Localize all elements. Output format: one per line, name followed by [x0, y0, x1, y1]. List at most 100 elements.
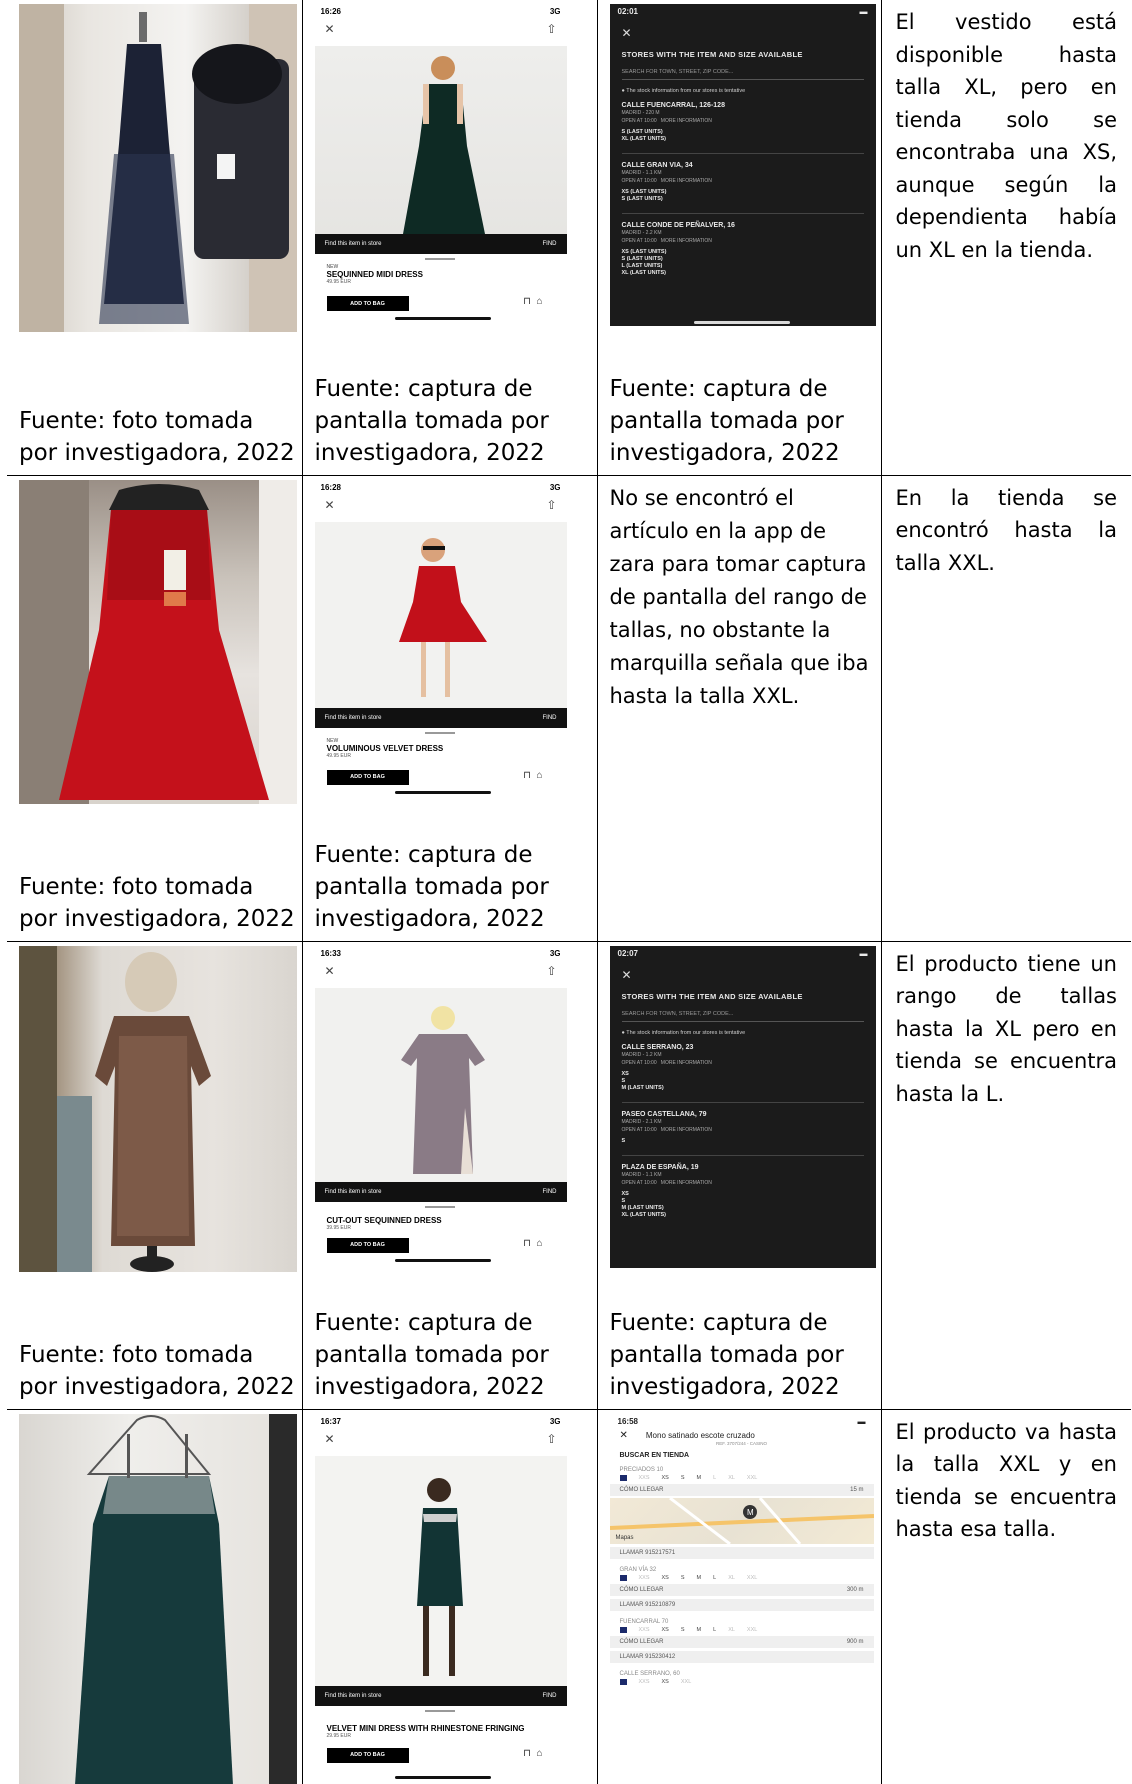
size-row: XXS XS S M L XL XXL: [610, 1625, 874, 1633]
product-name: CUT-OUT SEQUINNED DRESS: [326, 1215, 442, 1225]
close-icon[interactable]: ✕: [610, 964, 876, 986]
stock-screenshot-cell: 02:01 ▬ ✕ STORES WITH THE ITEM AND SIZE A…: [596, 0, 882, 476]
status-bar: 16:26 3G: [315, 4, 567, 22]
find-button[interactable]: FIND: [543, 241, 557, 247]
store-stock-icon[interactable]: ⌂: [536, 1748, 542, 1759]
size-availability: M (LAST UNITS): [621, 1084, 664, 1091]
close-icon[interactable]: ✕: [325, 22, 335, 46]
store-stock-icon[interactable]: ⌂: [536, 770, 542, 781]
bookmark-icon[interactable]: ⊓: [523, 770, 531, 781]
product-info: VELVET MINI DRESS WITH RHINESTONE FRINGI…: [327, 1724, 525, 1739]
share-icon[interactable]: ⇧: [546, 498, 556, 522]
search-store-title: BUSCAR EN TIENDA: [619, 1451, 690, 1459]
size-availability: S: [621, 1137, 626, 1144]
size-availability: S (LAST UNITS): [621, 196, 663, 202]
directions-row[interactable]: CÓMO LLEGAR 900 m: [609, 1635, 874, 1648]
size-availability: XS (LAST UNITS): [621, 189, 667, 195]
close-icon[interactable]: ✕: [325, 498, 335, 522]
store-name: CALLE CONDE DE PEÑALVER, 16: [621, 222, 735, 229]
stock-info-text: The stock information from our stores is…: [626, 88, 746, 94]
size-availability: XL (LAST UNITS): [621, 1211, 667, 1218]
find-button[interactable]: FIND: [543, 1693, 557, 1699]
share-icon[interactable]: ⇧: [546, 1432, 556, 1456]
bookmark-icon[interactable]: ⊓: [523, 1748, 531, 1759]
store-name: CALLE GRAN VIA, 34: [621, 162, 693, 169]
find-in-store-bar[interactable]: Find this item in store FIND: [314, 1685, 567, 1706]
signal-indicator: 3G: [549, 1416, 561, 1426]
bookmark-icon[interactable]: ⊓: [523, 1238, 531, 1249]
store-name: CALLE SERRANO, 60: [619, 1670, 680, 1677]
find-in-store-bar[interactable]: Find this item in store FIND: [314, 707, 567, 728]
find-button[interactable]: FIND: [543, 1189, 557, 1195]
directions-row[interactable]: CÓMO LLEGAR 300 m: [609, 1583, 874, 1596]
find-in-store-label: Find this item in store: [324, 1188, 382, 1195]
store-distance: MADRID - 1.1 KM: [621, 1171, 662, 1178]
find-in-store-label: Find this item in store: [324, 1692, 382, 1699]
store-entry[interactable]: CALLE CONDE DE PEÑALVER, 16 MADRID - 2.2…: [610, 214, 876, 277]
store-name: CALLE SERRANO, 23: [621, 1043, 694, 1051]
call-row[interactable]: LLAMAR 915217571: [609, 1546, 874, 1559]
table-row: Fuente: foto tomada por investigadora, 2…: [7, 0, 1131, 476]
status-time: 16:33: [320, 948, 341, 958]
call-row[interactable]: LLAMAR 915210879: [609, 1598, 874, 1611]
observation-cell: El vestido está disponible hasta talla X…: [880, 0, 1131, 476]
share-icon[interactable]: ⇧: [546, 964, 556, 988]
find-in-store-bar[interactable]: Find this item in store FIND: [314, 1181, 567, 1202]
product-name: SEQUINNED MIDI DRESS: [326, 270, 423, 279]
store-stock-icon[interactable]: ⌂: [536, 296, 542, 307]
close-icon[interactable]: ✕: [620, 1430, 628, 1441]
close-icon[interactable]: ✕: [325, 1432, 335, 1456]
store-entry[interactable]: CALLE SERRANO, 23 MADRID - 1.2 KM OPEN A…: [610, 1036, 876, 1092]
find-in-store-bar[interactable]: Find this item in store FIND: [314, 234, 567, 254]
stock-screenshot-cell: 02:07 ▬ ✕ STORES WITH THE ITEM AND SIZE A…: [596, 940, 882, 1410]
observation-cell: El producto va hasta la talla XXL y en t…: [880, 1408, 1131, 1784]
more-info-link[interactable]: MORE INFORMATION: [661, 238, 712, 244]
app-screenshot-cell: 16:33 3G ✕ ⇧ Find this item in store FIND …: [301, 940, 598, 1410]
add-to-bag-button[interactable]: ADD TO BAG: [326, 1237, 409, 1253]
close-icon[interactable]: ✕: [610, 22, 876, 44]
call-row[interactable]: LLAMAR 915230412: [609, 1650, 874, 1663]
source-caption: Fuente: captura de pantalla tomada por i…: [314, 841, 549, 932]
directions-row[interactable]: CÓMO LLEGAR 15 m: [609, 1483, 874, 1496]
signal-indicator: 3G: [549, 482, 561, 492]
status-time: 16:26: [320, 7, 341, 16]
add-to-bag-button[interactable]: ADD TO BAG: [326, 1747, 409, 1763]
store-entry[interactable]: PASEO CASTELLANA, 79 MADRID - 2.1 KM OPE…: [610, 1103, 876, 1145]
product-image: [314, 521, 567, 708]
store-color-icon: [619, 1626, 627, 1633]
info-icon: ●: [621, 1029, 625, 1036]
more-info-link[interactable]: MORE INFORMATION: [661, 118, 712, 124]
store-distance: MADRID - 1.2 KM: [621, 1051, 662, 1058]
size-availability: XS (LAST UNITS): [621, 249, 667, 255]
add-to-bag-button[interactable]: ADD TO BAG: [326, 769, 409, 785]
more-info-link[interactable]: MORE INFORMATION: [661, 1180, 712, 1186]
store-entry[interactable]: CALLE GRAN VIA, 34 MADRID - 1.1 KM OPEN …: [610, 154, 876, 203]
research-table: Fuente: foto tomada por investigadora, 2…: [7, 0, 1131, 1784]
store-name: FUENCARRAL 70: [619, 1618, 669, 1625]
store-map[interactable]: M Mapas: [609, 1496, 874, 1545]
more-info-link[interactable]: MORE INFORMATION: [661, 178, 712, 184]
find-button[interactable]: FIND: [543, 715, 557, 721]
add-to-bag-button[interactable]: ADD TO BAG: [326, 296, 409, 311]
observation-cell: No se encontró el artículo en la app de …: [596, 474, 882, 942]
store-search-input[interactable]: SEARCH FOR TOWN, STREET, ZIP CODE...: [621, 1011, 864, 1022]
bookmark-icon[interactable]: ⊓: [523, 296, 531, 307]
store-color-icon: [619, 1678, 627, 1685]
battery-icon: ▬: [859, 7, 868, 16]
store-entry[interactable]: CALLE FUENCARRAL, 126-128 MADRID - 220 M…: [610, 94, 876, 143]
size-availability: XL (LAST UNITS): [621, 270, 667, 276]
store-entry[interactable]: PLAZA DE ESPAÑA, 19 MADRID - 1.1 KM OPEN…: [610, 1156, 876, 1219]
store-stock-icon[interactable]: ⌂: [536, 1238, 542, 1249]
observation-text: El vestido está disponible hasta talla X…: [895, 10, 1118, 262]
maps-label: Mapas: [615, 1534, 634, 1541]
status-time: 16:58: [617, 1416, 638, 1426]
observation-text: El producto tiene un rango de tallas has…: [895, 951, 1118, 1106]
store-search-input[interactable]: SEARCH FOR TOWN, STREET, ZIP CODE...: [621, 69, 864, 80]
table-row: 16:37 3G ✕ ⇧ Find this item in store FIND: [7, 1408, 1131, 1784]
product-name: VELVET MINI DRESS WITH RHINESTONE FRINGI…: [326, 1723, 525, 1733]
more-info-link[interactable]: MORE INFORMATION: [661, 1127, 712, 1133]
store-photo-velvet-mini-dress: [19, 1413, 297, 1784]
share-icon[interactable]: ⇧: [546, 22, 556, 46]
close-icon[interactable]: ✕: [325, 964, 335, 988]
more-info-link[interactable]: MORE INFORMATION: [661, 1060, 712, 1066]
